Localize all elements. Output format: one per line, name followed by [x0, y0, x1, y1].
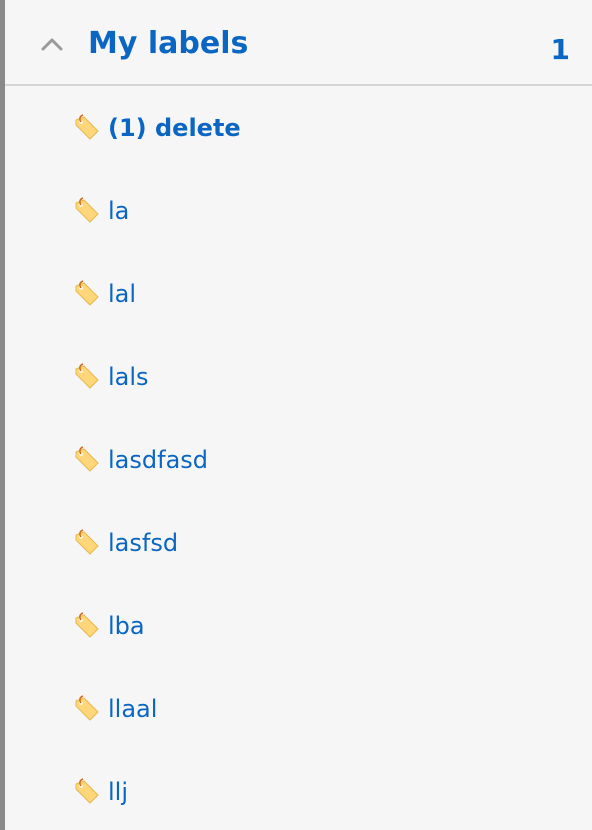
- tag-icon: [75, 695, 99, 721]
- label-item-lba[interactable]: lba: [5, 588, 592, 671]
- label-item-text: lals: [108, 363, 149, 391]
- tag-icon: [75, 363, 99, 389]
- label-item-text: (1) delete: [108, 114, 241, 142]
- label-item-text: lba: [108, 612, 145, 640]
- label-item-text: lal: [108, 280, 137, 308]
- chevron-up-icon[interactable]: [37, 29, 67, 59]
- label-count-badge: 1: [550, 33, 570, 66]
- tag-icon: [75, 280, 99, 306]
- section-title[interactable]: My labels: [88, 24, 248, 64]
- tag-icon: [75, 778, 99, 804]
- label-item-text: lasdfasd: [108, 446, 209, 474]
- label-item-text: llj: [108, 778, 129, 806]
- tag-icon: [75, 114, 99, 140]
- label-item-lasdfasd[interactable]: lasdfasd: [5, 422, 592, 505]
- label-item-text: la: [108, 197, 130, 225]
- labels-section-header[interactable]: My labels 1: [5, 0, 592, 86]
- label-item-lasfsd[interactable]: lasfsd: [5, 505, 592, 588]
- tag-icon: [75, 612, 99, 638]
- label-item-llaal[interactable]: llaal: [5, 671, 592, 754]
- tag-icon: [75, 197, 99, 223]
- label-item-text: lasfsd: [108, 529, 179, 557]
- tag-icon: [75, 446, 99, 472]
- label-item-lal[interactable]: lal: [5, 256, 592, 339]
- label-item-text: llaal: [108, 695, 158, 723]
- tag-icon: [75, 529, 99, 555]
- labels-panel: My labels 1 (1) delete la lal lals lasdf…: [0, 0, 592, 830]
- label-item-la[interactable]: la: [5, 173, 592, 256]
- labels-list: (1) delete la lal lals lasdfasd lasfsd l…: [5, 86, 592, 830]
- label-item-llj[interactable]: llj: [5, 754, 592, 830]
- label-item-delete[interactable]: (1) delete: [5, 86, 592, 173]
- label-item-lals[interactable]: lals: [5, 339, 592, 422]
